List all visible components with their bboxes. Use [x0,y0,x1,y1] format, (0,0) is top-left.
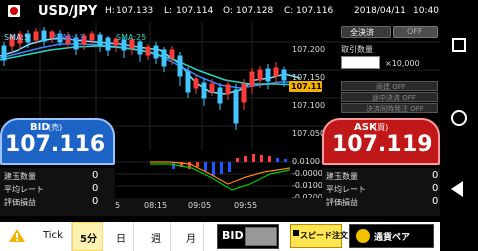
qty-input[interactable] [341,56,380,69]
close-label: C: [284,6,294,16]
bid-stats: 建玉数量 0 平均レート 0 評価損益 0 [0,168,115,208]
bid-pnl-label: 評価損益 [4,198,36,207]
close-value: 107.116 [296,6,334,16]
both-build-label: 両建 OFF [376,83,406,91]
ask-panel[interactable]: ASK (買) 107.1 19 建玉数量 0 平均レート 0 評価損益 0 [322,118,442,216]
app-root: { "top": { "pair": "USD/JPY", "h_label":… [0,0,478,251]
ask-position-label: 建玉数量 [326,172,358,181]
currency-pair-label: 通貨ペア [374,233,411,243]
settle-all-label: 全決済 [350,28,374,37]
date-text: 2018/04/11 [354,6,406,16]
sma5-label: SMA:5 [4,33,29,42]
low-label: L: [164,6,173,16]
high-label: H: [105,6,115,16]
flag-icon [8,5,20,17]
settle-all-off-label: OFF [407,27,423,36]
bid-position-label: 建玉数量 [4,172,36,181]
ask-price-a: 107.1 [332,132,402,157]
time-label-4: 09:05 [188,201,212,210]
y-label-2: 107.150 [292,73,325,82]
qty-label: 取引数量 [341,45,373,54]
settle-order-label: 決済同時発注 OFF [366,105,424,113]
ask-pnl-value: 0 [432,196,439,207]
bid-avg-value: 0 [92,183,99,194]
time-label-5: 09:55 [234,201,258,210]
sma25-label: SMA:25 [116,33,146,42]
bid-price: 107.116 [5,132,106,157]
day-tab-label: 日 [116,234,126,245]
price-tag-text: 107.116 [291,82,328,91]
speed-order-icon [293,230,299,236]
macd-label-1: 0.0100 [292,157,320,166]
top-bar: USD/JPY H: 107.133 L: 107.114 O: 107.128… [0,0,440,22]
low-value: 107.114 [176,6,214,16]
y-label-4: 107.050 [292,129,325,138]
currency-pair-title: USD/JPY [38,4,98,19]
y-label-3: 107.100 [292,101,325,110]
time-label-3: 08:15 [144,201,168,210]
currency-pair-flag-icon [356,229,370,243]
y-label-1: 107.200 [292,45,325,54]
speed-order-label: スピード注文 [300,231,348,240]
ask-price-b: 19 [402,132,433,157]
order-controls: 全決済 OFF 取引数量 ×10,000 両建 OFF 途中決済 OFF 決済同… [338,26,440,113]
month-tab-label: 月 [186,234,196,245]
ask-avg-value: 0 [432,183,439,194]
macd-label-2: -0.0000 [292,169,323,178]
time-text: 10:40 [413,6,439,16]
sma13-label: SMA:13 [54,33,84,42]
warning-icon[interactable] [8,227,26,243]
qty-unit: ×10,000 [385,59,420,68]
bottom-toolbar: Tick 5分 日 週 月 BID スピード注文 通貨ペア [0,222,440,251]
back-icon[interactable] [451,181,463,197]
ask-pnl-label: 評価損益 [326,198,358,207]
bid-toggle-switch[interactable] [245,227,277,246]
ask-position-value: 0 [432,170,439,181]
bid-panel[interactable]: BID (売) 107.116 建玉数量 0 平均レート 0 評価損益 0 [0,118,115,216]
bid-avg-label: 平均レート [4,185,44,194]
open-value: 107.128 [236,6,274,16]
ask-stats: 建玉数量 0 平均レート 0 評価損益 0 [322,168,440,208]
home-icon[interactable] [451,110,467,126]
bid-toggle-label: BID [222,229,244,242]
bid-pnl-value: 0 [92,196,99,207]
mid-settle-label: 途中決済 OFF [372,94,416,102]
bid-position-value: 0 [92,170,99,181]
recent-apps-icon[interactable] [452,38,466,52]
warning-icon-svg [9,229,25,242]
high-value: 107.133 [116,6,154,16]
m5-tab-label: 5分 [80,234,97,245]
tick-tab-label: Tick [43,230,63,241]
macd-label-3: -0.0100 [292,181,323,190]
open-label: O: [223,6,233,16]
android-navbar [440,0,478,251]
week-tab-label: 週 [151,234,161,245]
ask-avg-label: 平均レート [326,185,366,194]
